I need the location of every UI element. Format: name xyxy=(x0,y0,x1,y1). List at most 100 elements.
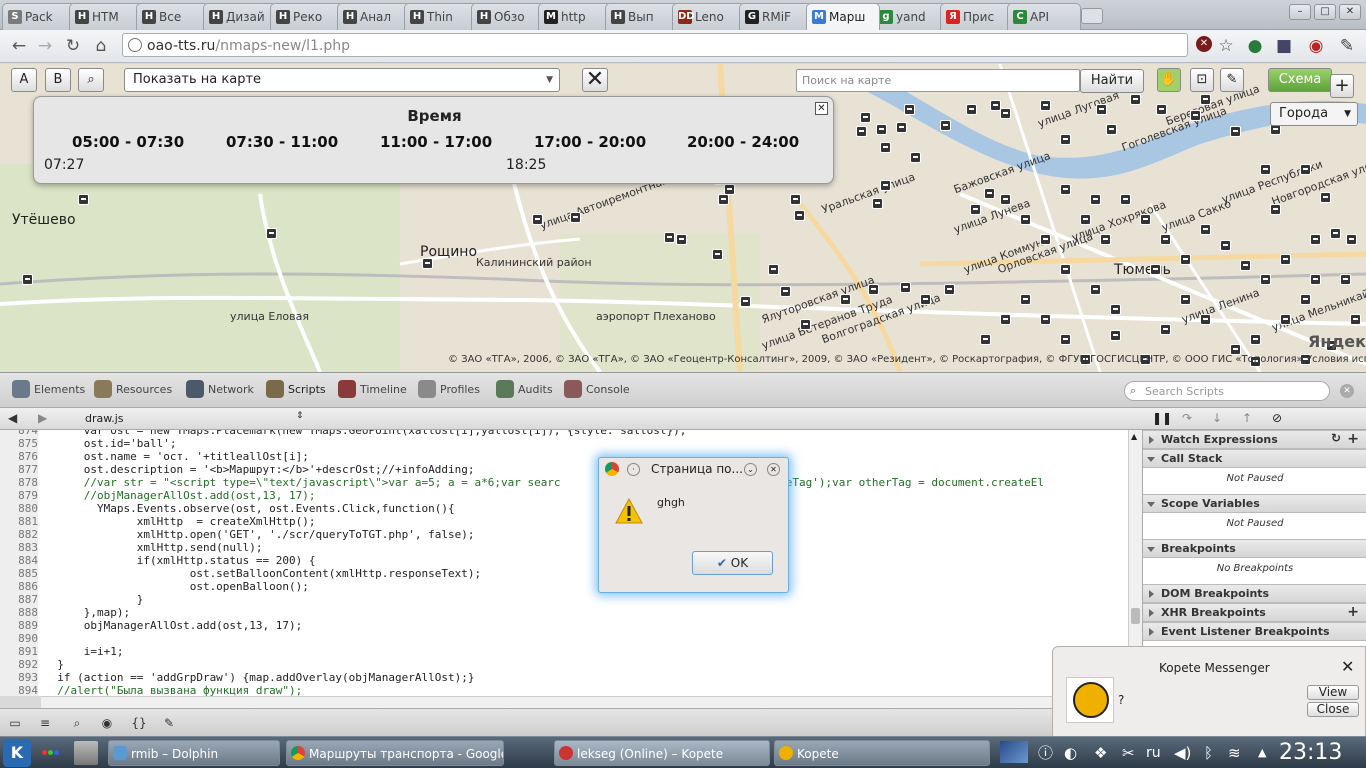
horizontal-scrollbar[interactable] xyxy=(41,696,1128,708)
bus-stop-marker[interactable] xyxy=(1156,104,1167,115)
bus-stop-marker[interactable] xyxy=(1090,284,1101,295)
devtools-tab-scripts[interactable]: Scripts xyxy=(266,380,326,398)
line-number[interactable]: 881 xyxy=(0,515,38,528)
bus-stop-marker[interactable] xyxy=(920,294,931,305)
bus-stop-marker[interactable] xyxy=(1260,164,1271,175)
adblock-icon[interactable]: ✕ xyxy=(1196,36,1212,52)
extension-icon[interactable]: ● xyxy=(1244,35,1266,57)
bus-stop-marker[interactable] xyxy=(1160,234,1171,245)
dock-icon[interactable]: ▭ xyxy=(6,714,24,732)
hand-tool-icon[interactable]: ✋ xyxy=(1157,68,1181,92)
sidebar-section-scope-variables[interactable]: Scope Variables xyxy=(1143,494,1366,513)
task-kopete[interactable]: Kopete xyxy=(774,740,990,766)
bus-stop-marker[interactable] xyxy=(676,234,687,245)
bus-stop-marker[interactable] xyxy=(1160,324,1171,335)
wifi-icon[interactable]: ≋ xyxy=(1228,744,1241,762)
browser-tab[interactable]: DD Leno xyxy=(672,3,746,30)
clear-search-icon[interactable]: ✕ xyxy=(1340,384,1354,398)
ok-button[interactable]: ✔ OK xyxy=(692,551,773,575)
script-file-select[interactable]: draw.js xyxy=(85,412,124,425)
bus-stop-marker[interactable] xyxy=(876,124,887,135)
activities-icon[interactable] xyxy=(42,750,60,756)
sidebar-section-event-listener-breakpoints[interactable]: Event Listener Breakpoints xyxy=(1143,622,1366,641)
console-icon[interactable]: ≡ xyxy=(36,714,54,732)
bus-stop-marker[interactable] xyxy=(1180,254,1191,265)
bus-stop-marker[interactable] xyxy=(266,228,277,239)
devtools-tab-timeline[interactable]: Timeline xyxy=(338,380,407,398)
bus-stop-marker[interactable] xyxy=(1000,314,1011,325)
bus-stop-marker[interactable] xyxy=(966,104,977,115)
sidebar-section-xhr-breakpoints[interactable]: XHR Breakpoints + xyxy=(1143,603,1366,622)
balloon-close-icon[interactable]: ✕ xyxy=(815,102,828,115)
edit-icon[interactable]: ✎ xyxy=(160,714,178,732)
line-number[interactable]: 893 xyxy=(0,671,38,684)
map-copyright[interactable]: © ЗАО «ТГА», 2006, © ЗАО «ТГА», © ЗАО «Г… xyxy=(448,354,1366,365)
bus-stop-marker[interactable] xyxy=(1200,94,1211,105)
bus-stop-marker[interactable] xyxy=(664,232,675,243)
bus-stop-marker[interactable] xyxy=(1090,194,1101,205)
route-point-a-button[interactable]: A xyxy=(11,68,37,92)
bus-stop-marker[interactable] xyxy=(1060,334,1071,345)
bus-stop-marker[interactable] xyxy=(1130,94,1141,105)
search-icon[interactable]: ⌕ xyxy=(68,714,86,732)
chevron-down-icon[interactable]: ⌄ xyxy=(744,463,757,476)
bus-stop-marker[interactable] xyxy=(1330,228,1341,239)
bus-stop-marker[interactable] xyxy=(1270,204,1281,215)
bus-stop-marker[interactable] xyxy=(1300,294,1311,305)
route-point-b-button[interactable]: B xyxy=(45,68,71,92)
devtools-tab-console[interactable]: Console xyxy=(564,380,630,398)
binoculars-icon[interactable]: ⌕ xyxy=(78,68,104,92)
line-number[interactable]: 882 xyxy=(0,528,38,541)
bus-stop-marker[interactable] xyxy=(1020,214,1031,225)
bus-stop-marker[interactable] xyxy=(532,214,543,225)
browser-tab[interactable]: H Thin xyxy=(404,3,478,30)
scheme-layer-button[interactable]: Схема xyxy=(1268,68,1332,92)
bus-stop-marker[interactable] xyxy=(970,204,981,215)
view-button[interactable]: View xyxy=(1307,685,1359,700)
bus-stop-marker[interactable] xyxy=(1346,234,1357,245)
bus-stop-marker[interactable] xyxy=(1000,108,1011,119)
keyboard-layout-indicator[interactable]: ru xyxy=(1146,744,1161,762)
deactivate-breakpoints-icon[interactable]: ⊘ xyxy=(1272,411,1282,425)
bus-stop-marker[interactable] xyxy=(740,296,751,307)
bus-stop-marker[interactable] xyxy=(22,274,33,285)
line-number[interactable]: 877 xyxy=(0,463,38,476)
add-icon[interactable]: + xyxy=(1347,431,1359,447)
pause-icon[interactable]: ❚❚ xyxy=(1152,411,1172,425)
bus-stop-marker[interactable] xyxy=(422,258,433,269)
new-tab-button[interactable] xyxy=(1081,8,1103,24)
bus-stop-marker[interactable] xyxy=(880,180,891,191)
scrollbar-thumb[interactable] xyxy=(1131,608,1140,624)
line-number[interactable]: 884 xyxy=(0,554,38,567)
show-on-map-select[interactable]: Показать на карте ▼ xyxy=(124,68,560,92)
task-dolphin[interactable]: rmib – Dolphin xyxy=(108,740,280,766)
bus-stop-marker[interactable] xyxy=(1040,100,1051,111)
bus-stop-marker[interactable] xyxy=(980,334,991,345)
bus-stop-marker[interactable] xyxy=(790,194,801,205)
address-bar[interactable]: oao-tts.ru/nmaps-new/l1.php xyxy=(122,33,1188,57)
bus-stop-marker[interactable] xyxy=(1040,234,1051,245)
bus-stop-marker[interactable] xyxy=(904,104,915,115)
bus-stop-marker[interactable] xyxy=(1320,192,1331,203)
bus-stop-marker[interactable] xyxy=(896,122,907,133)
bus-stop-marker[interactable] xyxy=(1110,330,1121,341)
bus-stop-marker[interactable] xyxy=(1190,110,1201,121)
line-number[interactable]: 889 xyxy=(0,619,38,632)
bus-stop-marker[interactable] xyxy=(1230,126,1241,137)
step-into-icon[interactable]: ↓ xyxy=(1212,411,1222,425)
bluetooth-icon[interactable]: ᛒ xyxy=(1204,744,1213,762)
search-scripts-input[interactable]: ⌕ Search Scripts xyxy=(1124,381,1330,401)
bus-stop-marker[interactable] xyxy=(1140,214,1151,225)
bus-stop-marker[interactable] xyxy=(1200,314,1211,325)
bus-stop-marker[interactable] xyxy=(1150,264,1161,275)
browser-tab[interactable]: H Вып xyxy=(605,3,679,30)
browser-tab[interactable]: Mhttp xyxy=(538,3,612,30)
bus-stop-marker[interactable] xyxy=(1040,314,1051,325)
line-number[interactable]: 874 xyxy=(0,430,38,437)
bus-stop-marker[interactable] xyxy=(1220,240,1231,251)
zoom-in-icon[interactable]: + xyxy=(1330,74,1354,98)
bus-stop-marker[interactable] xyxy=(724,184,735,195)
info-icon[interactable]: ⓘ xyxy=(1038,744,1053,762)
bookmark-star-icon[interactable]: ☆ xyxy=(1215,35,1237,57)
bus-stop-marker[interactable] xyxy=(1260,274,1271,285)
